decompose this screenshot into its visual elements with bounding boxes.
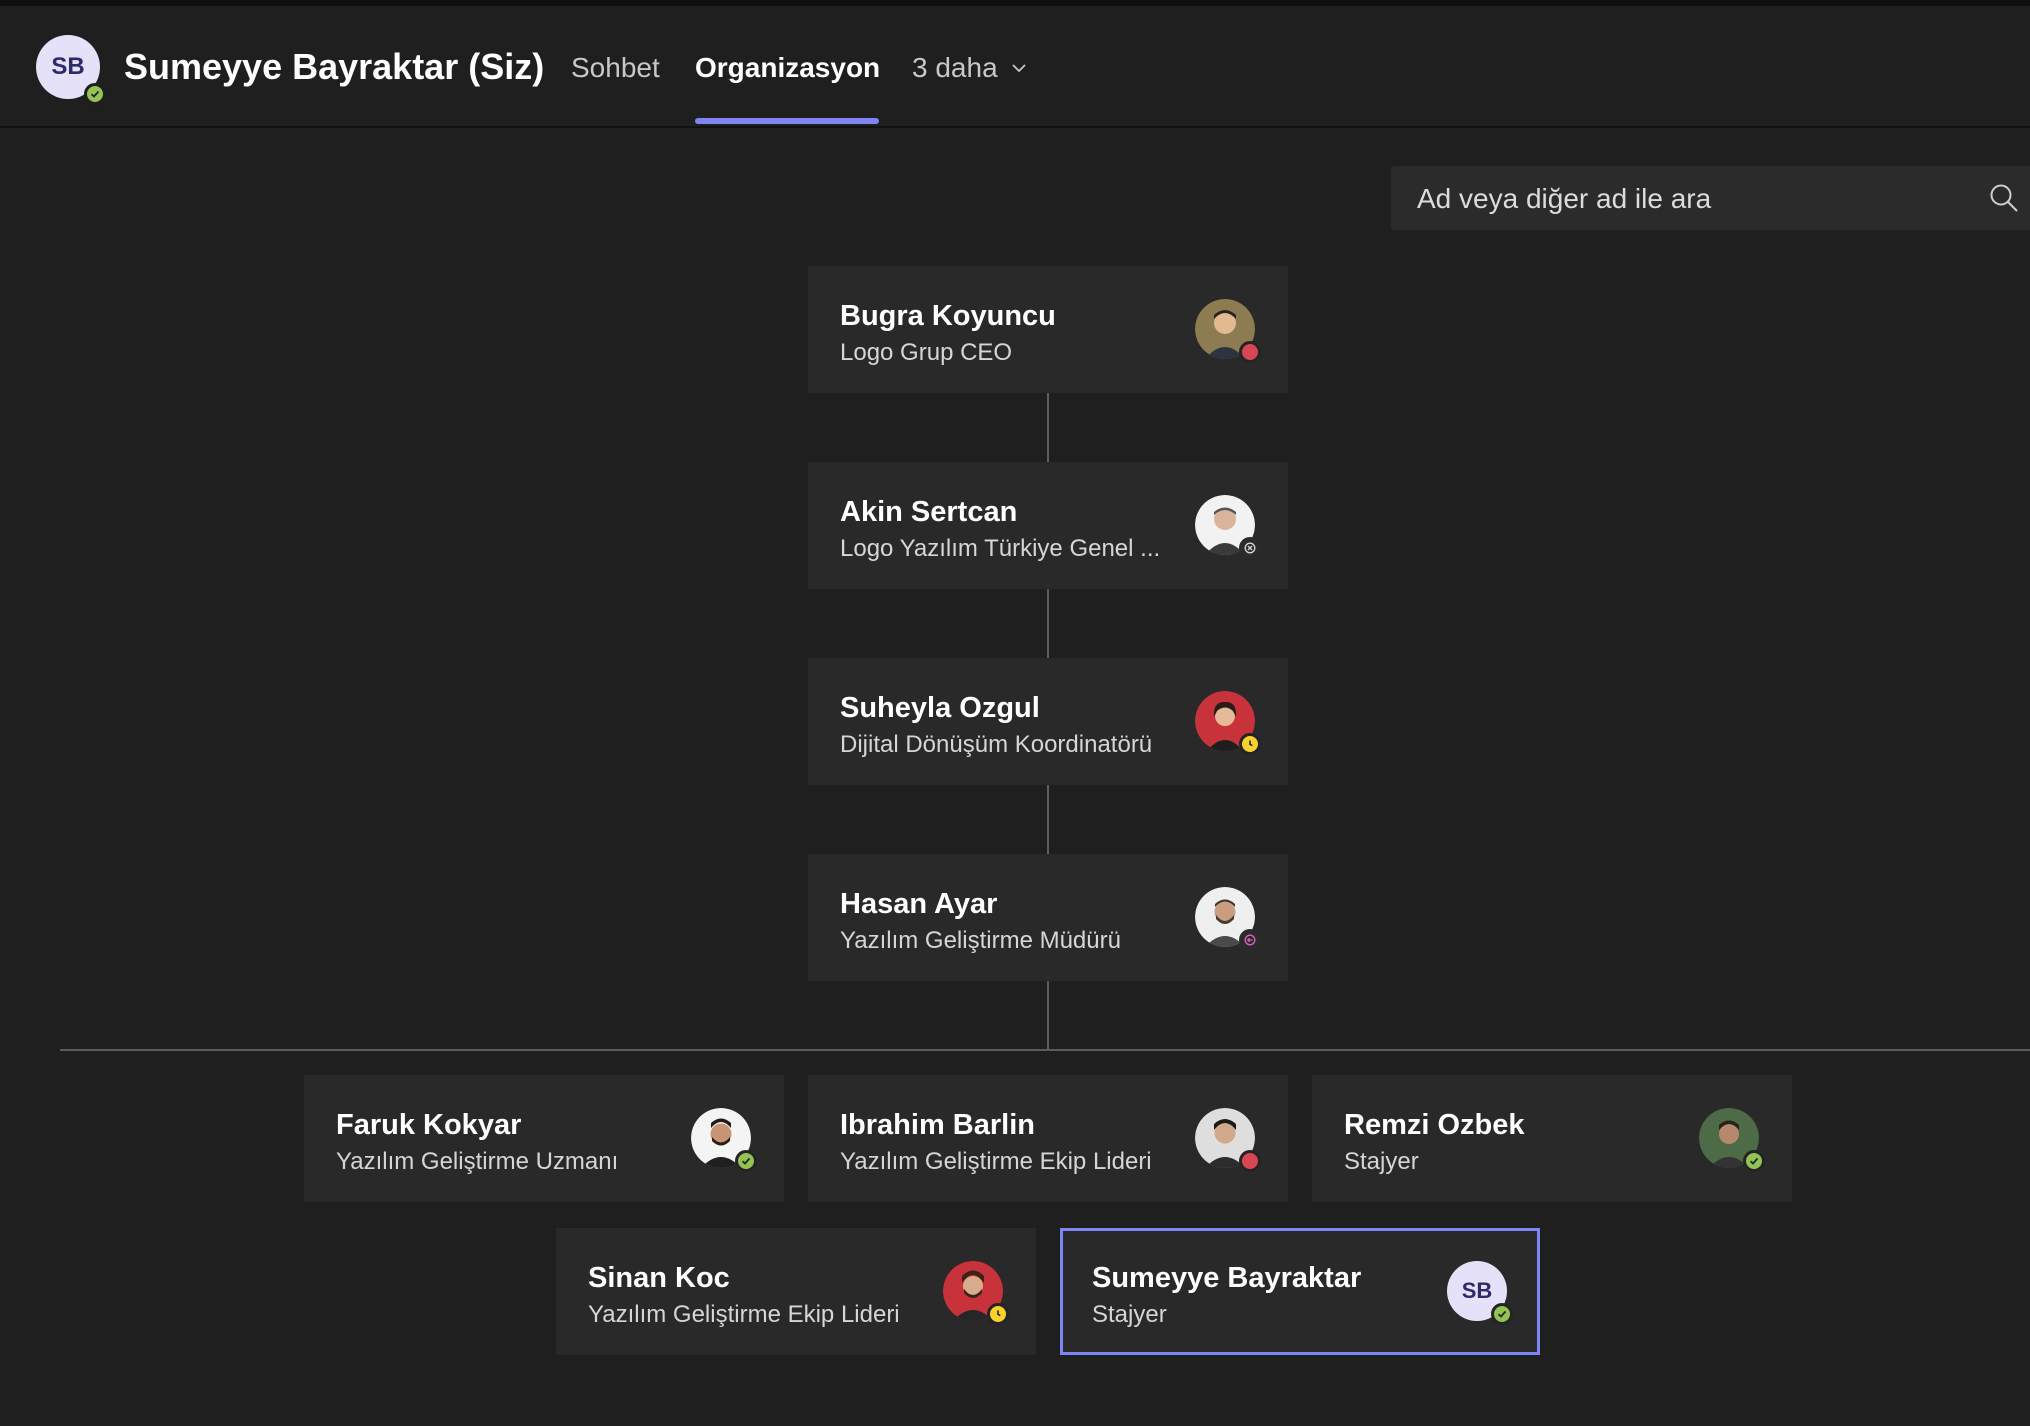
person-name: Hasan Ayar: [840, 888, 998, 920]
person-title: Yazılım Geliştirme Ekip Lideri: [840, 1148, 1152, 1175]
org-connector-horizontal: [60, 1049, 2030, 1051]
person-title: Logo Grup CEO: [840, 339, 1013, 366]
person-title: Logo Yazılım Türkiye Genel ...: [840, 535, 1161, 562]
person-title: Yazılım Geliştirme Uzmanı: [336, 1148, 619, 1175]
avatar-initials: SB: [51, 53, 85, 80]
presence-out-of-office-icon: [1239, 929, 1261, 951]
avatar[interactable]: [691, 1108, 757, 1172]
search-icon[interactable]: [1989, 183, 2019, 213]
page-title: Sumeyye Bayraktar (Siz): [124, 46, 545, 87]
avatar[interactable]: [1195, 887, 1261, 951]
avatar[interactable]: [1195, 299, 1261, 363]
active-tab-indicator: [695, 118, 879, 124]
avatar-initials: SB: [1461, 1278, 1493, 1303]
avatar[interactable]: [1195, 691, 1261, 755]
person-name: Bugra Koyuncu: [840, 300, 1056, 332]
org-connector: [1047, 785, 1049, 854]
presence-available-icon: [84, 83, 106, 105]
presence-offline-icon: [1239, 537, 1261, 559]
presence-available-icon: [735, 1150, 757, 1172]
avatar[interactable]: SB: [36, 35, 106, 105]
presence-away-icon: [1239, 733, 1261, 755]
person-title: Yazılım Geliştirme Müdürü: [840, 927, 1121, 954]
presence-away-icon: [987, 1303, 1009, 1325]
avatar[interactable]: [1195, 1108, 1261, 1172]
person-name: Ibrahim Barlin: [840, 1109, 1035, 1141]
person-title: Dijital Dönüşüm Koordinatörü: [840, 731, 1153, 758]
org-card-peer[interactable]: Sinan Koc Yazılım Geliştirme Ekip Lideri: [556, 1228, 1036, 1355]
tab-more-label: 3 daha: [912, 52, 998, 83]
person-name: Faruk Kokyar: [336, 1109, 522, 1141]
org-card-peer[interactable]: Faruk Kokyar Yazılım Geliştirme Uzmanı: [304, 1075, 784, 1202]
person-name: Sinan Koc: [588, 1262, 730, 1294]
chevron-down-icon: [1012, 64, 1026, 73]
person-name: Suheyla Ozgul: [840, 692, 1040, 724]
avatar[interactable]: [1699, 1108, 1765, 1172]
person-title: Yazılım Geliştirme Ekip Lideri: [588, 1301, 900, 1328]
tab-organization[interactable]: Organizasyon: [695, 52, 880, 84]
org-connector: [1047, 589, 1049, 658]
presence-available-icon: [1743, 1150, 1765, 1172]
search-input[interactable]: [1415, 166, 1979, 232]
org-card-peer[interactable]: Remzi Ozbek Stajyer: [1312, 1075, 1792, 1202]
avatar[interactable]: SB: [1447, 1261, 1513, 1325]
avatar[interactable]: [943, 1261, 1009, 1325]
tab-more-dropdown[interactable]: 3 daha: [912, 52, 1028, 84]
org-card-manager[interactable]: Suheyla Ozgul Dijital Dönüşüm Koordinatö…: [808, 658, 1288, 785]
person-name: Akin Sertcan: [840, 496, 1018, 528]
org-connector: [1047, 981, 1049, 1050]
presence-busy-icon: [1239, 1150, 1261, 1172]
person-name: Remzi Ozbek: [1344, 1109, 1525, 1141]
org-card-manager[interactable]: Akin Sertcan Logo Yazılım Türkiye Genel …: [808, 462, 1288, 589]
tab-chat[interactable]: Sohbet: [571, 52, 660, 84]
org-card-current-user[interactable]: Sumeyye Bayraktar Stajyer SB: [1060, 1228, 1540, 1355]
org-card-manager[interactable]: Bugra Koyuncu Logo Grup CEO: [808, 266, 1288, 393]
avatar[interactable]: [1195, 495, 1261, 559]
presence-busy-icon: [1239, 341, 1261, 363]
org-card-peer[interactable]: Ibrahim Barlin Yazılım Geliştirme Ekip L…: [808, 1075, 1288, 1202]
profile-header: SB Sumeyye Bayraktar (Siz) Sohbet Organi…: [0, 6, 2030, 128]
person-title: Stajyer: [1092, 1301, 1167, 1328]
person-title: Stajyer: [1344, 1148, 1419, 1175]
org-card-manager[interactable]: Hasan Ayar Yazılım Geliştirme Müdürü: [808, 854, 1288, 981]
person-name: Sumeyye Bayraktar: [1092, 1262, 1362, 1294]
org-connector: [1047, 393, 1049, 462]
presence-available-icon: [1491, 1303, 1513, 1325]
search-box: [1391, 166, 2030, 232]
